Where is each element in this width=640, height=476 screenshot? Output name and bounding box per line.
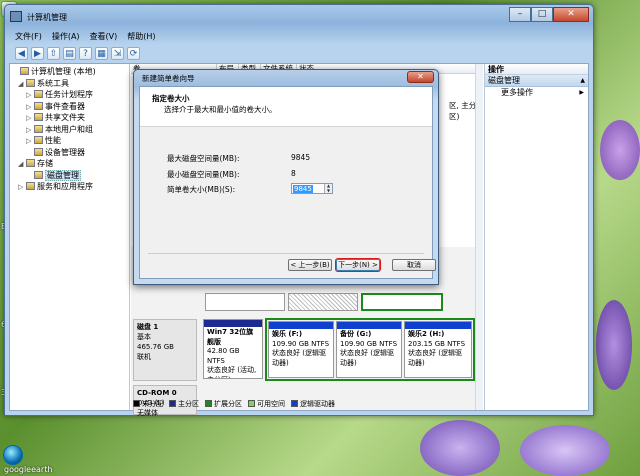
cancel-button[interactable]: 取消 [392, 259, 436, 271]
legend-item: 扩展分区 [205, 399, 242, 409]
volume-size-stepper[interactable]: 9845 ▲▼ [291, 183, 333, 194]
partition-bar [405, 322, 471, 329]
vertical-scrollbar[interactable] [475, 64, 483, 410]
max-space-label: 最大磁盘空间量(MB): [167, 153, 240, 164]
partition-bar [269, 322, 333, 329]
desktop-flower [520, 425, 610, 476]
tree-item-services-apps[interactable]: ▷服务和应用程序 [10, 181, 129, 193]
legend-item: 主分区 [169, 399, 199, 409]
dialog-close-button[interactable]: ✕ [407, 71, 434, 83]
partition-h[interactable]: 娱乐2 (H:) 203.15 GB NTFS 状态良好 (逻辑驱动器) [404, 321, 472, 378]
disk-icon [34, 171, 43, 179]
start-orb-icon[interactable] [3, 445, 23, 465]
up-folder-icon[interactable]: ⇧ [47, 47, 60, 60]
folder-icon [34, 113, 43, 121]
min-space-value: 8 [291, 169, 296, 178]
menu-bar: 文件(F) 操作(A) 查看(V) 帮助(H) [9, 30, 589, 44]
partition-bar [337, 322, 401, 329]
partition-win7[interactable]: Win7 32位旗舰版 42.80 GB NTFS 状态良好 (活动, 主分区) [203, 319, 263, 379]
tree-item-disk-management[interactable]: 磁盘管理 [10, 170, 129, 182]
desktop-flower [600, 120, 640, 180]
menu-action[interactable]: 操作(A) [52, 30, 80, 44]
actions-header: 操作 [485, 64, 588, 75]
users-icon [34, 125, 43, 133]
menu-view[interactable]: 查看(V) [90, 30, 118, 44]
tree-item-device-manager[interactable]: 设备管理器 [10, 147, 129, 159]
dialog-heading: 指定卷大小 [152, 93, 190, 104]
partition-partial[interactable] [205, 293, 285, 311]
device-manager-icon [34, 148, 43, 156]
legend-item: 可用空间 [248, 399, 285, 409]
console-tree: 计算机管理 (本地) ◢系统工具 ▷任务计划程序 ▷事件查看器 ▷共享文件夹 ▷… [10, 64, 130, 410]
legend-item: 逻辑驱动器 [291, 399, 335, 409]
services-icon [26, 182, 35, 190]
actions-pane: 操作 磁盘管理 更多操作 [484, 64, 588, 410]
new-simple-volume-wizard: 新建简单卷向导 ✕ 指定卷大小 选择介于最大和最小值的卷大小。 最大磁盘空间量(… [133, 69, 439, 285]
disk1-size: 465.76 GB [137, 342, 193, 352]
cdrom-status: 无媒体 [137, 408, 193, 418]
stepper-arrows-icon[interactable]: ▲▼ [324, 184, 332, 193]
partition-bar [204, 320, 262, 327]
maximize-button[interactable]: □ [531, 7, 553, 22]
close-button[interactable]: ✕ [553, 7, 589, 22]
storage-icon [26, 159, 35, 167]
legend-item: 未分配 [133, 399, 163, 409]
computer-icon [20, 67, 29, 75]
max-space-value: 9845 [291, 153, 310, 162]
menu-file[interactable]: 文件(F) [15, 30, 42, 44]
next-button[interactable]: 下一步(N) > [336, 259, 380, 271]
dialog-title: 新建简单卷向导 [142, 73, 195, 84]
dialog-separator [148, 253, 424, 254]
tools-icon [26, 79, 35, 87]
disk-legend: 未分配 主分区 扩展分区 可用空间 逻辑驱动器 [133, 399, 335, 409]
disk1-type: 基本 [137, 332, 193, 342]
help-icon[interactable]: ? [79, 47, 92, 60]
dialog-subheading: 选择介于最大和最小值的卷大小。 [164, 104, 277, 115]
actions-more-actions[interactable]: 更多操作 [485, 87, 588, 99]
tree-item-performance[interactable]: ▷性能 [10, 135, 129, 147]
tree-item-local-users[interactable]: ▷本地用户和组 [10, 124, 129, 136]
forward-arrow-icon[interactable]: ▶ [31, 47, 44, 60]
min-space-label: 最小磁盘空间量(MB): [167, 169, 240, 180]
disk1-status: 联机 [137, 352, 193, 362]
desktop-flower [420, 420, 500, 476]
computer-management-icon [10, 11, 22, 22]
desktop-flower [596, 300, 632, 390]
volume-size-input[interactable]: 9845 [293, 185, 313, 193]
partition-partial-free[interactable] [361, 293, 443, 311]
menu-help[interactable]: 帮助(H) [127, 30, 155, 44]
partition-g[interactable]: 备份 (G:) 109.90 GB NTFS 状态良好 (逻辑驱动器) [336, 321, 402, 378]
toolbar: ◀ ▶ ⇧ ▤ ? ▦ ⇲ ⟳ [9, 45, 589, 61]
volume-size-label: 简单卷大小(MB)(S): [167, 184, 235, 195]
tree-item-computer-management[interactable]: 计算机管理 (本地) [10, 66, 129, 78]
minimize-button[interactable]: – [509, 7, 531, 22]
partition-f[interactable]: 娱乐 (F:) 109.90 GB NTFS 状态良好 (逻辑驱动器) [268, 321, 334, 378]
performance-icon [34, 136, 43, 144]
tree-item-shared-folders[interactable]: ▷共享文件夹 [10, 112, 129, 124]
title-bar[interactable]: 计算机管理 – □ ✕ [5, 5, 593, 29]
console-tree-icon[interactable]: ▤ [63, 47, 76, 60]
dialog-body: 指定卷大小 选择介于最大和最小值的卷大小。 最大磁盘空间量(MB): 9845 … [139, 86, 433, 279]
refresh-icon[interactable]: ⟳ [127, 47, 140, 60]
export-icon[interactable]: ⇲ [111, 47, 124, 60]
clock-icon [34, 90, 43, 98]
tree-item-event-viewer[interactable]: ▷事件查看器 [10, 101, 129, 113]
actions-section-disk-management[interactable]: 磁盘管理 [485, 75, 588, 87]
back-button[interactable]: < 上一步(B) [288, 259, 332, 271]
watermark: googleearth [4, 465, 52, 474]
properties-icon[interactable]: ▦ [95, 47, 108, 60]
dialog-header: 指定卷大小 选择介于最大和最小值的卷大小。 [140, 87, 432, 127]
tree-item-storage[interactable]: ◢存储 [10, 158, 129, 170]
window-title: 计算机管理 [27, 12, 67, 23]
back-arrow-icon[interactable]: ◀ [15, 47, 28, 60]
disk1-name: 磁盘 1 [137, 322, 193, 332]
tree-item-system-tools[interactable]: ◢系统工具 [10, 78, 129, 90]
cdrom-name: CD-ROM 0 [137, 388, 193, 398]
expand-arrow-icon[interactable]: ▷ [18, 182, 26, 194]
disk1-info[interactable]: 磁盘 1 基本 465.76 GB 联机 [133, 319, 197, 381]
tree-item-task-scheduler[interactable]: ▷任务计划程序 [10, 89, 129, 101]
event-log-icon [34, 102, 43, 110]
partition-partial-hatched[interactable] [288, 293, 358, 311]
